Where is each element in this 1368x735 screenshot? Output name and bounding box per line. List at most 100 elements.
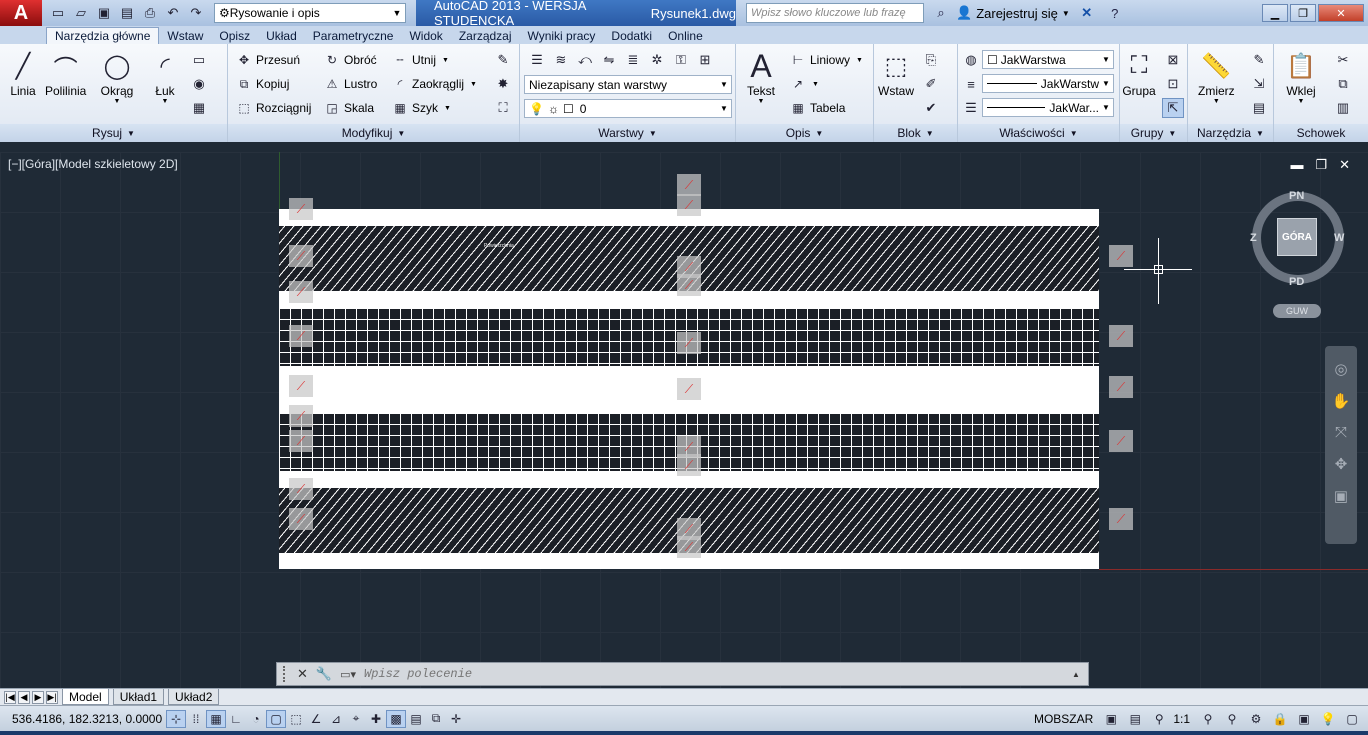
annotation-scale-icon[interactable]: ⚲ — [1149, 710, 1169, 728]
infer-constraints-icon[interactable]: ⊹ — [166, 709, 186, 728]
edit-block-icon[interactable]: ✐ — [920, 74, 942, 94]
hatch-icon[interactable]: ◉ — [188, 74, 210, 94]
annotation-scale[interactable]: 1:1 — [1173, 712, 1190, 726]
layer-lock-icon[interactable]: ⚿ — [670, 50, 692, 70]
layer-off-icon[interactable]: ⇋ — [598, 50, 620, 70]
linetype-icon[interactable]: ☰ — [960, 98, 982, 118]
coordinates-readout[interactable]: 536.4186, 182.3213, 0.0000 — [0, 712, 166, 726]
close-icon[interactable]: ✕ — [297, 666, 308, 682]
annotation-monitor-icon[interactable]: ✛ — [446, 710, 466, 728]
tab-parametric[interactable]: Parametryczne — [305, 27, 402, 44]
line-button[interactable]: ╱ Linia — [6, 48, 40, 99]
text-button[interactable]: A Tekst ▼ — [744, 48, 778, 106]
select-all-icon[interactable]: ⇲ — [1248, 74, 1270, 94]
color-select[interactable]: ☐ JakWarstwa ▼ — [982, 50, 1114, 69]
open-file-icon[interactable]: ▱ — [71, 4, 91, 22]
copy-clip-icon[interactable]: ⧉ — [1332, 74, 1354, 94]
zoom-extents-icon[interactable]: ⤧ — [1335, 424, 1347, 441]
lineweight-select[interactable]: JakWar... ▼ — [982, 98, 1114, 117]
tab-home[interactable]: Narzędzia główne — [46, 27, 160, 44]
save-as-icon[interactable]: ▤ — [117, 4, 137, 22]
showmotion-icon[interactable]: ▣ — [1334, 487, 1348, 505]
grip-marker[interactable]: ⟋ — [289, 375, 313, 397]
tab-insert[interactable]: Wstaw — [159, 27, 211, 44]
redo-icon[interactable]: ↷ — [186, 4, 206, 22]
grip-marker[interactable]: ⟋ — [677, 454, 701, 476]
tab-view[interactable]: Widok — [401, 27, 450, 44]
grip-marker[interactable]: ⟋ — [289, 198, 313, 220]
tab-layout2[interactable]: Układ2 — [168, 689, 220, 705]
calculator-icon[interactable]: ▤ — [1248, 98, 1270, 118]
3dosnap-icon[interactable]: ⬚ — [286, 710, 306, 728]
annotation-visibility-icon[interactable]: ⚲ — [1198, 710, 1218, 728]
group-selection-icon[interactable]: ⇱ — [1162, 98, 1184, 118]
rotate-button[interactable]: ↻ Obróć — [324, 50, 377, 70]
grid-icon[interactable]: ▦ — [206, 709, 226, 728]
transparency-icon[interactable]: ▩ — [386, 709, 406, 728]
tab-model[interactable]: Model — [62, 689, 109, 705]
grip-marker[interactable]: ⟋ — [289, 245, 313, 267]
grip-marker[interactable]: ⟋ — [677, 174, 701, 196]
undo-icon[interactable]: ↶ — [163, 4, 183, 22]
tab-manage[interactable]: Zarządzaj — [451, 27, 520, 44]
dyn-icon[interactable]: ⌖ — [346, 710, 366, 728]
chevron-up-icon[interactable]: ▲ — [1072, 670, 1088, 679]
panel-properties-title[interactable]: Właściwości ▼ — [958, 124, 1119, 142]
viewcube-face[interactable]: GÓRA — [1277, 218, 1317, 256]
search-input[interactable]: Wpisz słowo kluczowe lub frazę — [746, 3, 924, 23]
circle-button[interactable]: ◯ Okrąg ▼ — [100, 48, 134, 106]
viewport-restore-icon[interactable]: ❐ — [1315, 157, 1327, 173]
attributes-icon[interactable]: ✔ — [920, 98, 942, 118]
selection-cycling-icon[interactable]: ⧉ — [426, 710, 446, 728]
stretch-button[interactable]: ⬚ Rozciągnij — [236, 98, 311, 118]
orbit-icon[interactable]: ✥ — [1335, 455, 1348, 473]
prev-tab-icon[interactable]: ◀ — [18, 690, 30, 704]
panel-block-title[interactable]: Blok ▼ — [874, 124, 957, 142]
panel-annotation-title[interactable]: Opis ▼ — [736, 124, 873, 142]
grip-marker[interactable]: ⟋ — [1109, 508, 1133, 530]
grip-marker[interactable]: ⟋ — [289, 405, 313, 427]
layer-unlock-icon[interactable]: ⊞ — [694, 50, 716, 70]
measure-button[interactable]: 📏 Zmierz ▼ — [1198, 48, 1235, 106]
tab-layout1[interactable]: Układ1 — [112, 689, 165, 705]
osnap-icon[interactable]: ▢ — [266, 709, 286, 728]
hardware-acceleration-icon[interactable]: ▣ — [1294, 710, 1314, 728]
linear-dimension-button[interactable]: ⊢ Liniowy ▼ — [790, 50, 863, 70]
grip-marker[interactable]: ⟋ — [1109, 245, 1133, 267]
layer-properties-icon[interactable]: ☰ — [526, 50, 548, 70]
panel-modify-title[interactable]: Modyfikuj ▼ — [228, 124, 519, 142]
color-wheel-icon[interactable]: ◍ — [960, 50, 982, 70]
compass-south[interactable]: PD — [1289, 276, 1304, 288]
table-button[interactable]: ▦ Tabela — [790, 98, 845, 118]
layer-match-icon[interactable]: ≋ — [550, 50, 572, 70]
lineweight-icon[interactable]: ≡ — [960, 74, 982, 94]
tab-online[interactable]: Online — [660, 27, 711, 44]
close-button[interactable]: ✕ — [1318, 4, 1364, 22]
ungroup-icon[interactable]: ⊠ — [1162, 50, 1184, 70]
panel-draw-title[interactable]: Rysuj ▼ — [0, 124, 227, 142]
save-icon[interactable]: ▣ — [94, 4, 114, 22]
tab-annotate[interactable]: Opisz — [211, 27, 258, 44]
maximize-button[interactable]: ❐ — [1290, 4, 1316, 22]
grip-marker[interactable]: ⟋ — [1109, 430, 1133, 452]
explode-icon[interactable]: ✸ — [492, 74, 514, 94]
scale-button[interactable]: ◲ Skala — [324, 98, 374, 118]
quick-view-drawings-icon[interactable]: ▤ — [1125, 710, 1145, 728]
model-space-toggle[interactable]: MOBSZAR — [1034, 712, 1093, 726]
array-button[interactable]: ▦ Szyk ▼ — [392, 98, 451, 118]
paste-button[interactable]: 📋 Wklej ▼ — [1284, 48, 1318, 106]
compass-east[interactable]: W — [1334, 232, 1344, 244]
exchange-icon[interactable]: ✕ — [1076, 3, 1098, 23]
print-icon[interactable]: ⎙ — [140, 4, 160, 22]
workspace-switch-icon[interactable]: ⚙ — [1246, 710, 1266, 728]
drag-handle[interactable] — [283, 666, 289, 682]
wrench-icon[interactable]: 🔧 — [316, 666, 332, 682]
lineweight-toggle-icon[interactable]: ✚ — [366, 710, 386, 728]
quick-select-icon[interactable]: ✎ — [1248, 50, 1270, 70]
layer-state-select[interactable]: Niezapisany stan warstwy ▼ — [524, 75, 732, 94]
leader-button[interactable]: ↗ ▼ — [790, 74, 819, 94]
arc-button[interactable]: ◜ Łuk ▼ — [148, 48, 182, 106]
group-edit-icon[interactable]: ⊡ — [1162, 74, 1184, 94]
move-button[interactable]: ✥ Przesuń — [236, 50, 300, 70]
viewport-minimize-icon[interactable]: ▬ — [1290, 157, 1303, 173]
